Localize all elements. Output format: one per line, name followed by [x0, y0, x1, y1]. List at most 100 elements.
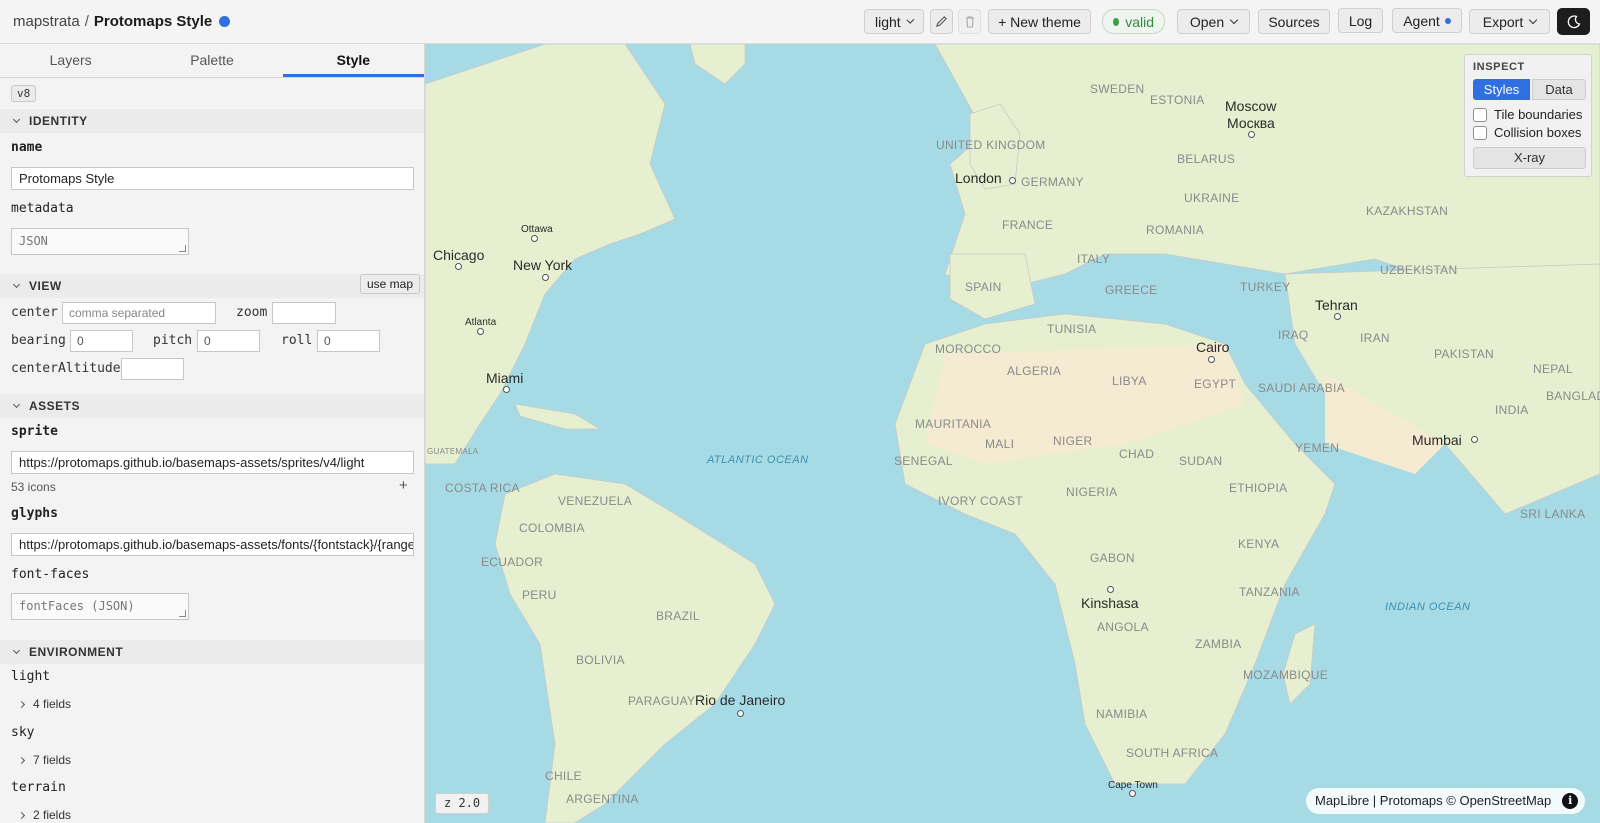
city-label: Москва — [1227, 115, 1275, 131]
city-dot — [1129, 790, 1136, 797]
section-assets-header[interactable]: ASSETS — [0, 394, 424, 418]
country-label: SRI LANKA — [1520, 507, 1586, 521]
new-theme-button[interactable]: + New theme — [988, 9, 1091, 34]
country-label: KENYA — [1238, 537, 1280, 551]
city-dot — [1334, 313, 1341, 320]
tab-palette[interactable]: Palette — [141, 44, 282, 77]
country-label: ALGERIA — [1007, 364, 1062, 378]
city-label: Ottawa — [521, 224, 553, 235]
checkbox-box[interactable] — [1473, 125, 1487, 140]
sky-fields-toggle[interactable]: 7 fields — [17, 753, 72, 767]
city-dot — [1009, 177, 1016, 184]
country-label: UNITED KINGDOM — [936, 138, 1046, 152]
tab-style[interactable]: Style — [282, 44, 424, 77]
chevron-right-icon — [17, 756, 26, 764]
panel-tabs: Layers Palette Style — [0, 44, 424, 78]
metadata-label: metadata — [11, 201, 74, 216]
bearing-input[interactable]: 0 — [70, 330, 133, 352]
fields-count: 4 fields — [33, 697, 72, 711]
country-label: VENEZUELA — [558, 494, 633, 508]
map-canvas[interactable]: ATLANTIC OCEAN INDIAN OCEAN SWEDEN ESTON… — [425, 44, 1600, 823]
zoom-input[interactable] — [272, 302, 336, 324]
section-environment-header[interactable]: ENVIRONMENT — [0, 640, 424, 664]
tab-layers[interactable]: Layers — [0, 44, 141, 77]
country-label: SPAIN — [965, 280, 1002, 294]
bearing-label: bearing — [11, 333, 66, 348]
chevron-down-icon — [12, 280, 21, 289]
trash-icon — [965, 16, 974, 28]
country-label: BOLIVIA — [576, 653, 625, 667]
terrain-label: terrain — [11, 780, 66, 795]
light-fields-toggle[interactable]: 4 fields — [17, 697, 72, 711]
font-faces-textarea[interactable]: fontFaces (JSON) — [11, 593, 189, 620]
glyphs-field[interactable]: https://protomaps.github.io/basemaps-ass… — [11, 533, 414, 556]
chevron-right-icon — [17, 811, 26, 819]
center-altitude-input[interactable] — [121, 358, 184, 380]
validation-status[interactable]: valid — [1102, 9, 1165, 34]
city-dot — [1107, 586, 1114, 593]
city-label: Tehran — [1315, 297, 1358, 313]
theme-select[interactable]: light — [864, 9, 924, 34]
center-input[interactable]: comma separated — [62, 302, 216, 324]
edit-theme-button[interactable] — [930, 9, 953, 34]
terrain-fields-toggle[interactable]: 2 fields — [17, 808, 72, 822]
tile-boundaries-checkbox[interactable]: Tile boundaries — [1473, 107, 1582, 122]
light-label: light — [11, 669, 51, 684]
open-menu-button[interactable]: Open — [1177, 9, 1250, 34]
country-label: COLOMBIA — [519, 521, 585, 535]
pitch-input[interactable]: 0 — [197, 330, 260, 352]
city-dot — [477, 328, 484, 335]
font-faces-label: font-faces — [11, 567, 90, 582]
city-label: London — [955, 170, 1002, 186]
country-label: FRANCE — [1002, 218, 1054, 232]
ocean-label: INDIAN OCEAN — [1385, 601, 1471, 613]
name-field[interactable]: Protomaps Style — [11, 167, 414, 190]
metadata-textarea[interactable]: JSON — [11, 228, 189, 255]
city-label: Mumbai — [1412, 432, 1462, 448]
info-icon[interactable]: i — [1562, 793, 1579, 809]
fields-count: 7 fields — [33, 753, 72, 767]
moon-icon — [1567, 14, 1580, 28]
country-label: NEPAL — [1533, 362, 1573, 376]
inspect-data-tab[interactable]: Data — [1532, 79, 1586, 100]
fields-count: 2 fields — [33, 808, 72, 822]
country-label: INDIA — [1495, 403, 1529, 417]
country-label: TANZANIA — [1239, 585, 1300, 599]
country-label: NAMIBIA — [1096, 707, 1148, 721]
section-title: ASSETS — [29, 399, 81, 413]
section-identity-header[interactable]: IDENTITY — [0, 109, 424, 133]
country-label: ESTONIA — [1150, 93, 1205, 107]
city-label: Moscow — [1225, 98, 1277, 114]
country-label: SOUTH AFRICA — [1126, 746, 1219, 760]
valid-dot-icon — [1113, 17, 1120, 26]
country-label: IRAN — [1360, 331, 1390, 345]
collision-boxes-checkbox[interactable]: Collision boxes — [1473, 125, 1581, 140]
attribution-text[interactable]: MapLibre | Protomaps © OpenStreetMap — [1315, 793, 1551, 808]
country-label: GERMANY — [1021, 175, 1084, 189]
add-icon-button[interactable]: + — [399, 477, 408, 494]
chevron-right-icon — [17, 700, 26, 708]
ocean-label: ATLANTIC OCEAN — [707, 454, 809, 466]
inspect-styles-tab[interactable]: Styles — [1473, 79, 1530, 100]
chevron-down-icon — [1528, 15, 1538, 24]
export-menu-button[interactable]: Export — [1469, 9, 1550, 34]
app-name[interactable]: mapstrata — [13, 13, 80, 30]
dark-mode-toggle[interactable] — [1557, 8, 1590, 35]
use-map-button[interactable]: use map — [360, 274, 421, 294]
delete-theme-button[interactable] — [958, 9, 981, 34]
xray-button[interactable]: X-ray — [1473, 147, 1586, 169]
section-title: VIEW — [29, 279, 62, 293]
city-dot — [1208, 356, 1215, 363]
style-panel: Layers Palette Style v8 IDENTITY name Pr… — [0, 44, 425, 823]
roll-label: roll — [281, 333, 313, 348]
chevron-down-icon — [906, 15, 915, 24]
agent-button[interactable]: Agent — [1392, 8, 1462, 33]
roll-input[interactable]: 0 — [317, 330, 380, 352]
checkbox-box[interactable] — [1473, 107, 1487, 122]
log-button[interactable]: Log — [1338, 8, 1383, 33]
city-label: Rio de Janeiro — [695, 692, 786, 708]
country-label: BRAZIL — [656, 609, 700, 623]
version-badge: v8 — [11, 85, 37, 102]
sources-button[interactable]: Sources — [1258, 9, 1330, 34]
sprite-field[interactable]: https://protomaps.github.io/basemaps-ass… — [11, 451, 414, 474]
